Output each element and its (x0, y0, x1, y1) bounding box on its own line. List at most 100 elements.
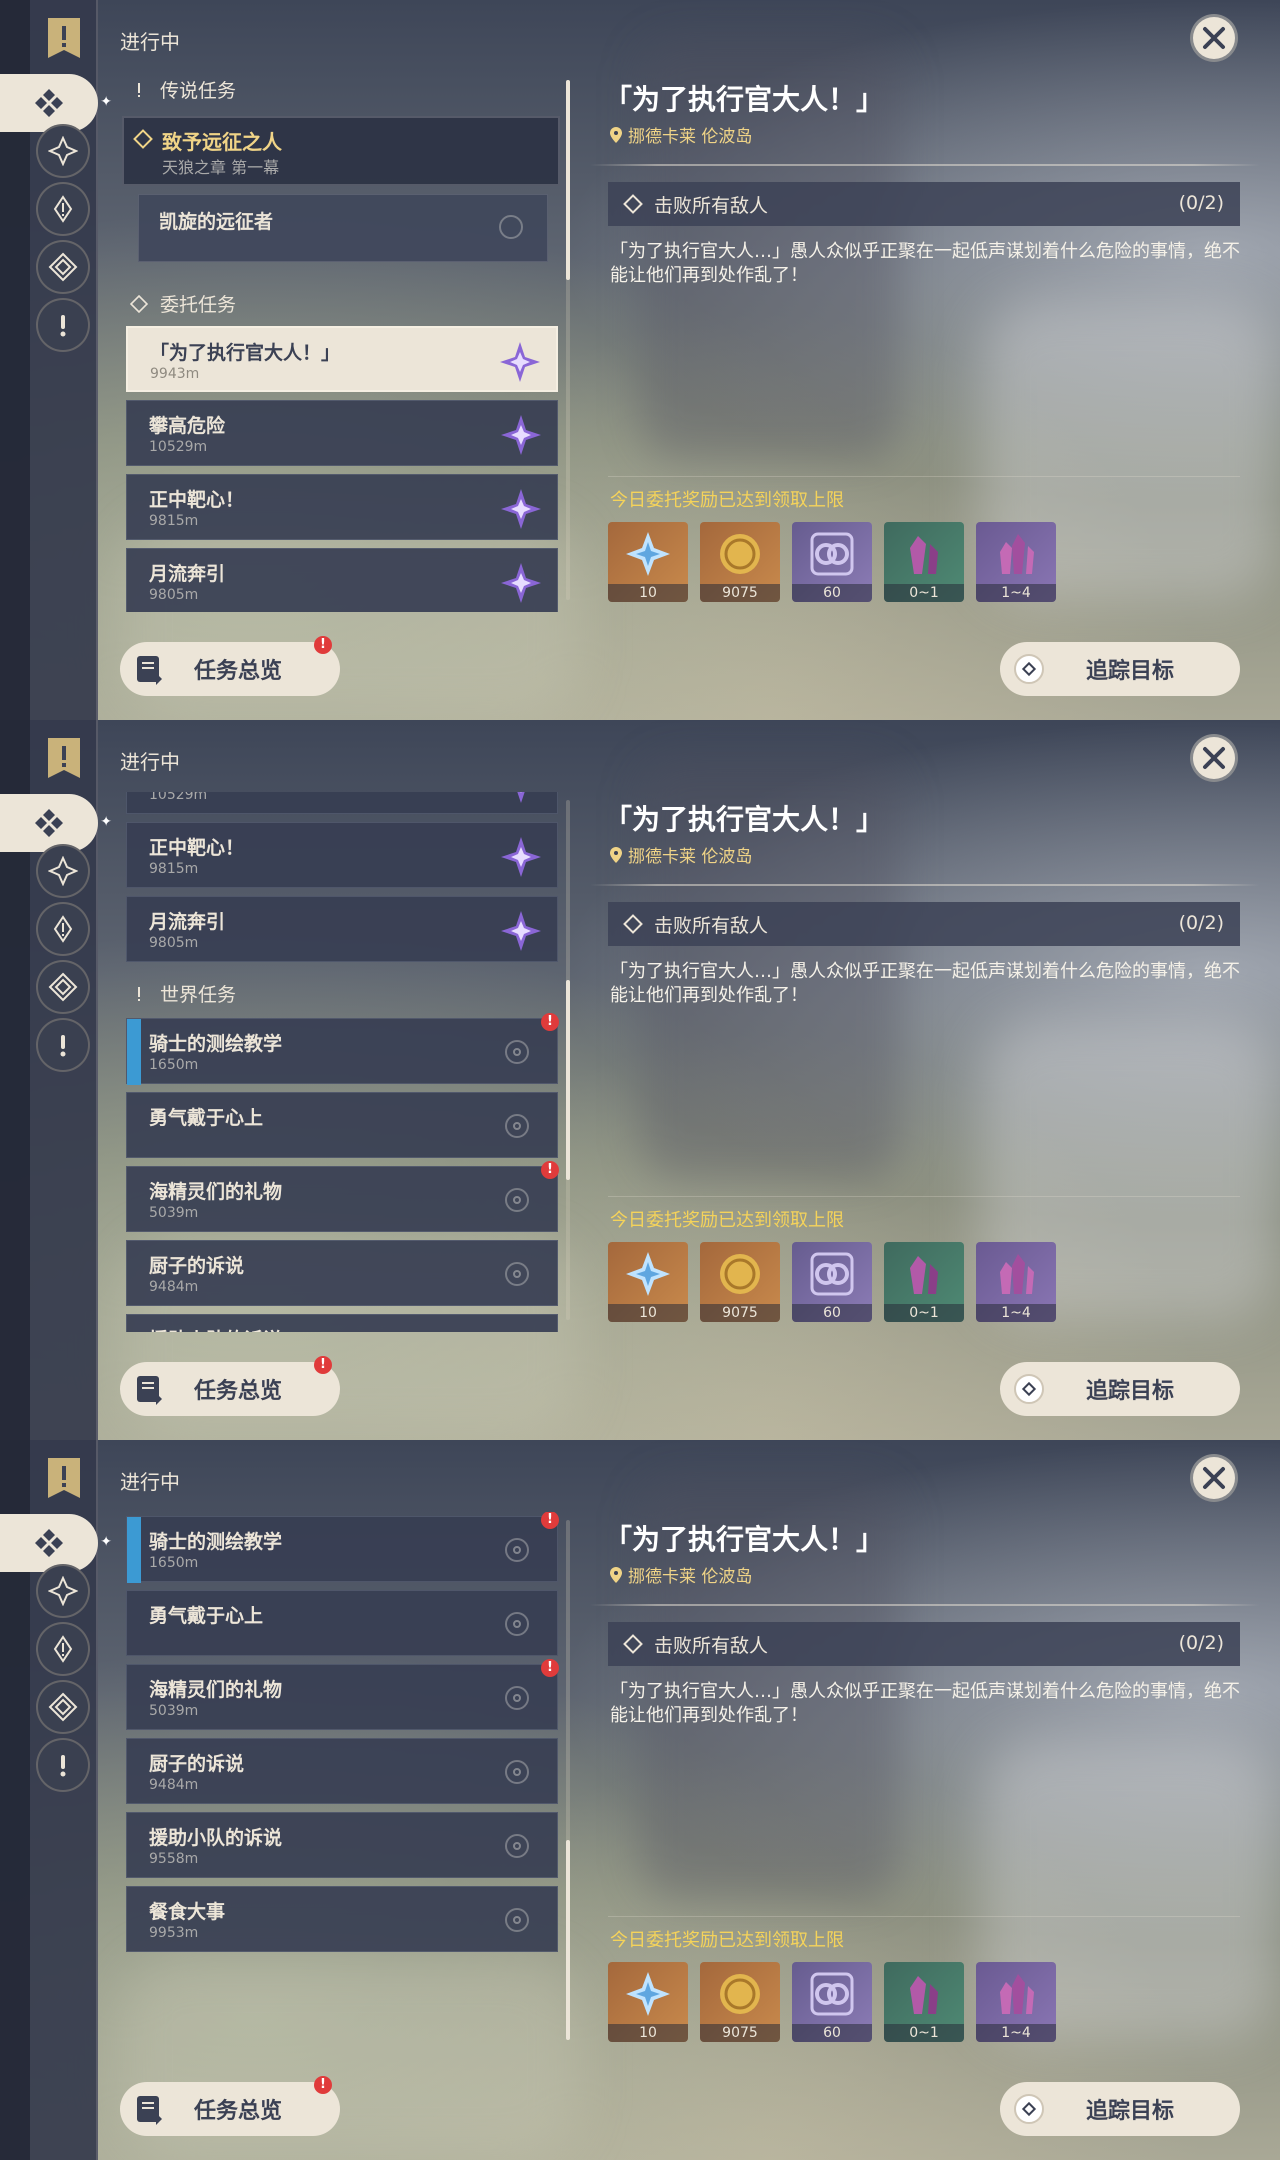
location-pin-icon[interactable] (505, 1538, 529, 1562)
location-pin-icon[interactable] (505, 1612, 529, 1636)
all-quests-icon (35, 89, 63, 117)
reward-primogem[interactable]: 10 (608, 1962, 688, 2042)
commission-card[interactable]: 攀高危险 10529m (126, 792, 558, 814)
nav-legend-quests[interactable] (36, 902, 90, 956)
location-pin-icon[interactable] (505, 1114, 529, 1138)
commission-card[interactable]: 攀高危险 10529m (126, 400, 558, 466)
quest-list[interactable]: 攀高危险 10529m 正中靶心！ 9815m 月流奔引 9805m 世界任务 … (122, 792, 562, 1332)
track-target-button[interactable]: 追踪目标 (1000, 1362, 1240, 1416)
quest-list[interactable]: 骑士的测绘教学 1650m ! 勇气戴于心上 海精灵们的礼物 5039m ! 厨… (122, 1512, 562, 2052)
map-pin-icon (610, 126, 622, 143)
reward-mora[interactable]: 9075 (700, 1962, 780, 2042)
world-quest-card[interactable]: 援助小队的诉说 (126, 1314, 558, 1332)
detail-location: 挪德卡莱 伦波岛 (610, 842, 752, 867)
close-button[interactable] (1190, 1454, 1238, 1502)
new-alert-badge: ! (541, 1659, 559, 1677)
scroll-thumb[interactable] (566, 980, 570, 1180)
nav-archon-quests[interactable] (36, 124, 90, 178)
commission-card[interactable]: 正中靶心！ 9815m (126, 474, 558, 540)
reward-adventure-exp[interactable]: 60 (792, 522, 872, 602)
quest-overview-button[interactable]: 任务总览 ! (120, 636, 340, 696)
mora-icon (720, 1974, 760, 2014)
legend-quest-card[interactable]: 致予远征之人 天狼之章 第一幕 (122, 116, 560, 186)
section-legend-header: 传说任务 (130, 76, 236, 103)
detail-location-text: 挪德卡莱 伦波岛 (628, 847, 753, 867)
reward-crystal-violet[interactable]: 1~4 (976, 1242, 1056, 1322)
detail-location-text: 挪德卡莱 伦波岛 (628, 127, 753, 147)
location-pin-icon[interactable] (505, 1686, 529, 1710)
nav-commission-quests[interactable] (36, 1680, 90, 1734)
quest-list-scrollbar[interactable] (566, 800, 570, 1320)
reward-mora[interactable]: 9075 (700, 1242, 780, 1322)
commission-card-selected[interactable]: ▸ 「为了执行官大人！」 9943m (126, 326, 558, 392)
world-quest-card[interactable]: 厨子的诉说 9484m (126, 1738, 558, 1804)
quest-overview-button[interactable]: 任务总览 ! (120, 2076, 340, 2136)
track-target-button[interactable]: 追踪目标 (1000, 642, 1240, 696)
commission-diamond-icon (130, 294, 148, 313)
world-quest-card[interactable]: 勇气戴于心上 (126, 1590, 558, 1656)
reward-adventure-exp[interactable]: 60 (792, 1242, 872, 1322)
close-button[interactable] (1190, 734, 1238, 782)
reward-list: 10 9075 60 0~1 1~4 (608, 1242, 1056, 1322)
world-quest-card[interactable]: 厨子的诉说 9484m (126, 1240, 558, 1306)
nav-world-quests[interactable] (36, 1018, 90, 1072)
location-pin-icon[interactable] (505, 1188, 529, 1212)
location-pin-icon[interactable] (499, 215, 523, 239)
legend-quest-step[interactable]: 凯旋的远征者 (138, 194, 548, 262)
quest-list-scrollbar[interactable] (566, 1520, 570, 2040)
quest-list[interactable]: 传说任务 致予远征之人 天狼之章 第一幕 凯旋的远征者 委托任务 ▸ 「为了执行… (122, 72, 562, 612)
reward-primogem[interactable]: 10 (608, 522, 688, 602)
commission-card[interactable]: 正中靶心！ 9815m (126, 822, 558, 888)
quest-overview-button[interactable]: 任务总览 ! (120, 1356, 340, 1416)
nav-all-quests[interactable]: ✦ (0, 74, 112, 132)
world-quest-card[interactable]: 海精灵们的礼物 5039m ! (126, 1161, 559, 1232)
nav-world-quests[interactable] (36, 1738, 90, 1792)
reward-count: 9075 (700, 1304, 780, 1322)
location-pin-icon[interactable] (505, 1040, 529, 1064)
commission-card[interactable]: 月流奔引 9805m (126, 548, 558, 612)
nav-all-quests[interactable]: ✦ (0, 794, 112, 852)
commission-star-icon (501, 415, 541, 455)
nav-world-quests[interactable] (36, 298, 90, 352)
commission-quest-icon (48, 972, 78, 1002)
nav-all-quests[interactable]: ✦ (0, 1514, 112, 1572)
nav-archon-quests[interactable] (36, 844, 90, 898)
track-target-button[interactable]: 追踪目标 (1000, 2082, 1240, 2136)
reward-crystal-green[interactable]: 0~1 (884, 522, 964, 602)
location-pin-icon[interactable] (505, 1908, 529, 1932)
nav-legend-quests[interactable] (36, 182, 90, 236)
reward-primogem[interactable]: 10 (608, 1242, 688, 1322)
nav-commission-quests[interactable] (36, 960, 90, 1014)
in-progress-label: 进行中 (120, 1470, 180, 1494)
scroll-thumb[interactable] (566, 1840, 570, 2040)
scroll-thumb[interactable] (566, 80, 570, 280)
close-button[interactable] (1190, 14, 1238, 62)
location-pin-icon[interactable] (505, 1760, 529, 1784)
reward-crystal-violet[interactable]: 1~4 (976, 1962, 1056, 2042)
commission-card[interactable]: 月流奔引 9805m (126, 896, 558, 962)
nav-archon-quests[interactable] (36, 1564, 90, 1618)
location-pin-icon[interactable] (505, 1834, 529, 1858)
commission-title: 月流奔引 (149, 563, 226, 585)
world-quest-card[interactable]: 餐食大事 9953m (126, 1886, 558, 1952)
world-quest-card[interactable]: 勇气戴于心上 (126, 1092, 558, 1158)
reward-limit-notice: 今日委托奖励已达到领取上限 (610, 1210, 844, 1231)
location-pin-icon[interactable] (505, 1262, 529, 1286)
world-quest-card[interactable]: 海精灵们的礼物 5039m ! (126, 1659, 559, 1730)
exclamation-icon (138, 82, 140, 97)
world-quest-card[interactable]: 骑士的测绘教学 1650m ! (126, 1013, 559, 1085)
detail-title: 「为了执行官大人！」 (604, 1523, 885, 1556)
reward-list: 10 9075 60 0~1 1~4 (608, 1962, 1056, 2042)
reward-crystal-violet[interactable]: 1~4 (976, 522, 1056, 602)
objective-text: 击败所有敌人 (654, 194, 769, 217)
world-quest-distance: 9484m (149, 1279, 199, 1295)
reward-mora[interactable]: 9075 (700, 522, 780, 602)
nav-legend-quests[interactable] (36, 1622, 90, 1676)
reward-crystal-green[interactable]: 0~1 (884, 1242, 964, 1322)
world-quest-card[interactable]: 骑士的测绘教学 1650m ! (126, 1512, 559, 1583)
reward-crystal-green[interactable]: 0~1 (884, 1962, 964, 2042)
reward-adventure-exp[interactable]: 60 (792, 1962, 872, 2042)
world-quest-card[interactable]: 援助小队的诉说 9558m (126, 1812, 558, 1878)
nav-commission-quests[interactable] (36, 240, 90, 294)
quest-list-scrollbar[interactable] (566, 80, 570, 600)
